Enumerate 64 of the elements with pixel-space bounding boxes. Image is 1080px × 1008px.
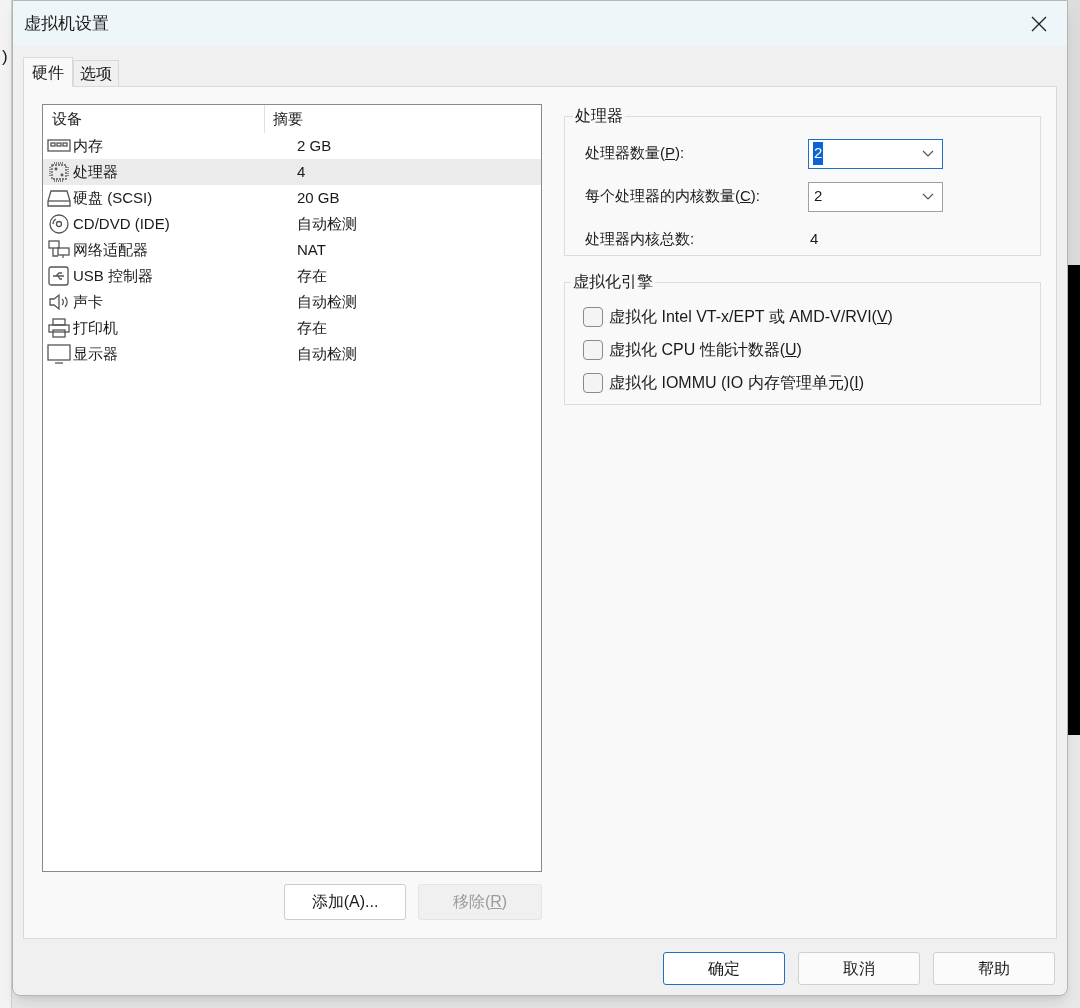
device-summary: 自动检测	[296, 291, 357, 312]
device-item[interactable]: USB 控制器 存在	[43, 263, 541, 289]
device-summary: 20 GB	[296, 187, 340, 208]
tab[interactable]: 选项	[73, 60, 119, 86]
usb-icon	[47, 266, 71, 286]
dropdown-value: 2	[813, 186, 824, 207]
dialog-button[interactable]: 取消	[798, 952, 920, 985]
checkbox-label: 虚拟化 IOMMU (IO 内存管理单元)(I)	[609, 372, 865, 393]
column-header: 摘要	[272, 108, 303, 129]
background-text: )	[2, 46, 8, 68]
column-header: 设备	[43, 105, 265, 133]
group-title: 虚拟化引擎	[572, 272, 654, 292]
chip-icon	[47, 162, 71, 182]
checkbox-label: 虚拟化 Intel VT-x/EPT 或 AMD-V/RVI(V)	[609, 306, 893, 327]
close-icon	[1031, 15, 1047, 32]
device-item[interactable]: 声卡 自动检测	[43, 289, 541, 315]
disc-icon	[47, 214, 71, 234]
checkbox[interactable]	[583, 306, 603, 327]
device-item[interactable]: 显示器 自动检测	[43, 341, 541, 367]
hard-drive-icon	[47, 188, 71, 208]
field-label: 处理器数量(P):	[585, 143, 686, 164]
device-item[interactable]: 打印机 存在	[43, 315, 541, 341]
add-button[interactable]: 添加(A)...	[284, 884, 406, 920]
dialog-button[interactable]: 确定	[663, 952, 785, 985]
chevron-down-icon	[922, 149, 934, 158]
printer-icon	[47, 318, 71, 338]
monitor-icon	[47, 344, 71, 364]
tab[interactable]: 硬件	[23, 57, 73, 87]
device-name: USB 控制器	[72, 265, 154, 286]
device-summary: 2 GB	[296, 135, 332, 156]
checkbox[interactable]	[583, 372, 603, 393]
device-item[interactable]: 处理器 4	[43, 159, 541, 185]
checkbox-label: 虚拟化 CPU 性能计数器(U)	[609, 339, 802, 360]
device-name: 硬盘 (SCSI)	[72, 187, 154, 208]
window-title: 虚拟机设置	[24, 12, 109, 35]
device-name: 网络适配器	[72, 239, 149, 260]
device-name: CD/DVD (IDE)	[72, 213, 171, 234]
device-summary: 存在	[296, 317, 327, 338]
group-title: 处理器	[574, 106, 624, 126]
device-name: 显示器	[72, 343, 119, 364]
chevron-down-icon	[922, 192, 934, 201]
device-name: 声卡	[72, 291, 104, 312]
device-summary: 自动检测	[296, 213, 357, 234]
device-summary: 4	[296, 161, 306, 182]
device-summary: 存在	[296, 265, 327, 286]
checkbox[interactable]	[583, 339, 603, 360]
field-label: 处理器内核总数:	[585, 229, 696, 250]
device-item[interactable]: CD/DVD (IDE) 自动检测	[43, 211, 541, 237]
device-name: 内存	[72, 135, 104, 156]
device-summary: NAT	[296, 239, 326, 260]
device-name: 处理器	[72, 161, 119, 182]
device-item[interactable]: 网络适配器 NAT	[43, 237, 541, 263]
network-icon	[47, 240, 71, 260]
device-item[interactable]: 内存 2 GB	[43, 133, 541, 159]
speaker-icon	[47, 292, 71, 312]
dropdown[interactable]: 2	[808, 181, 943, 212]
dialog-button[interactable]: 帮助	[933, 952, 1055, 985]
dropdown-value: 2	[813, 142, 824, 165]
dropdown[interactable]: 2	[808, 138, 943, 169]
device-item[interactable]: 硬盘 (SCSI) 20 GB	[43, 185, 541, 211]
field-label: 每个处理器的内核数量(C):	[585, 186, 761, 207]
total-cores-value: 4	[809, 229, 819, 250]
device-name: 打印机	[72, 317, 119, 338]
device-summary: 自动检测	[296, 343, 357, 364]
